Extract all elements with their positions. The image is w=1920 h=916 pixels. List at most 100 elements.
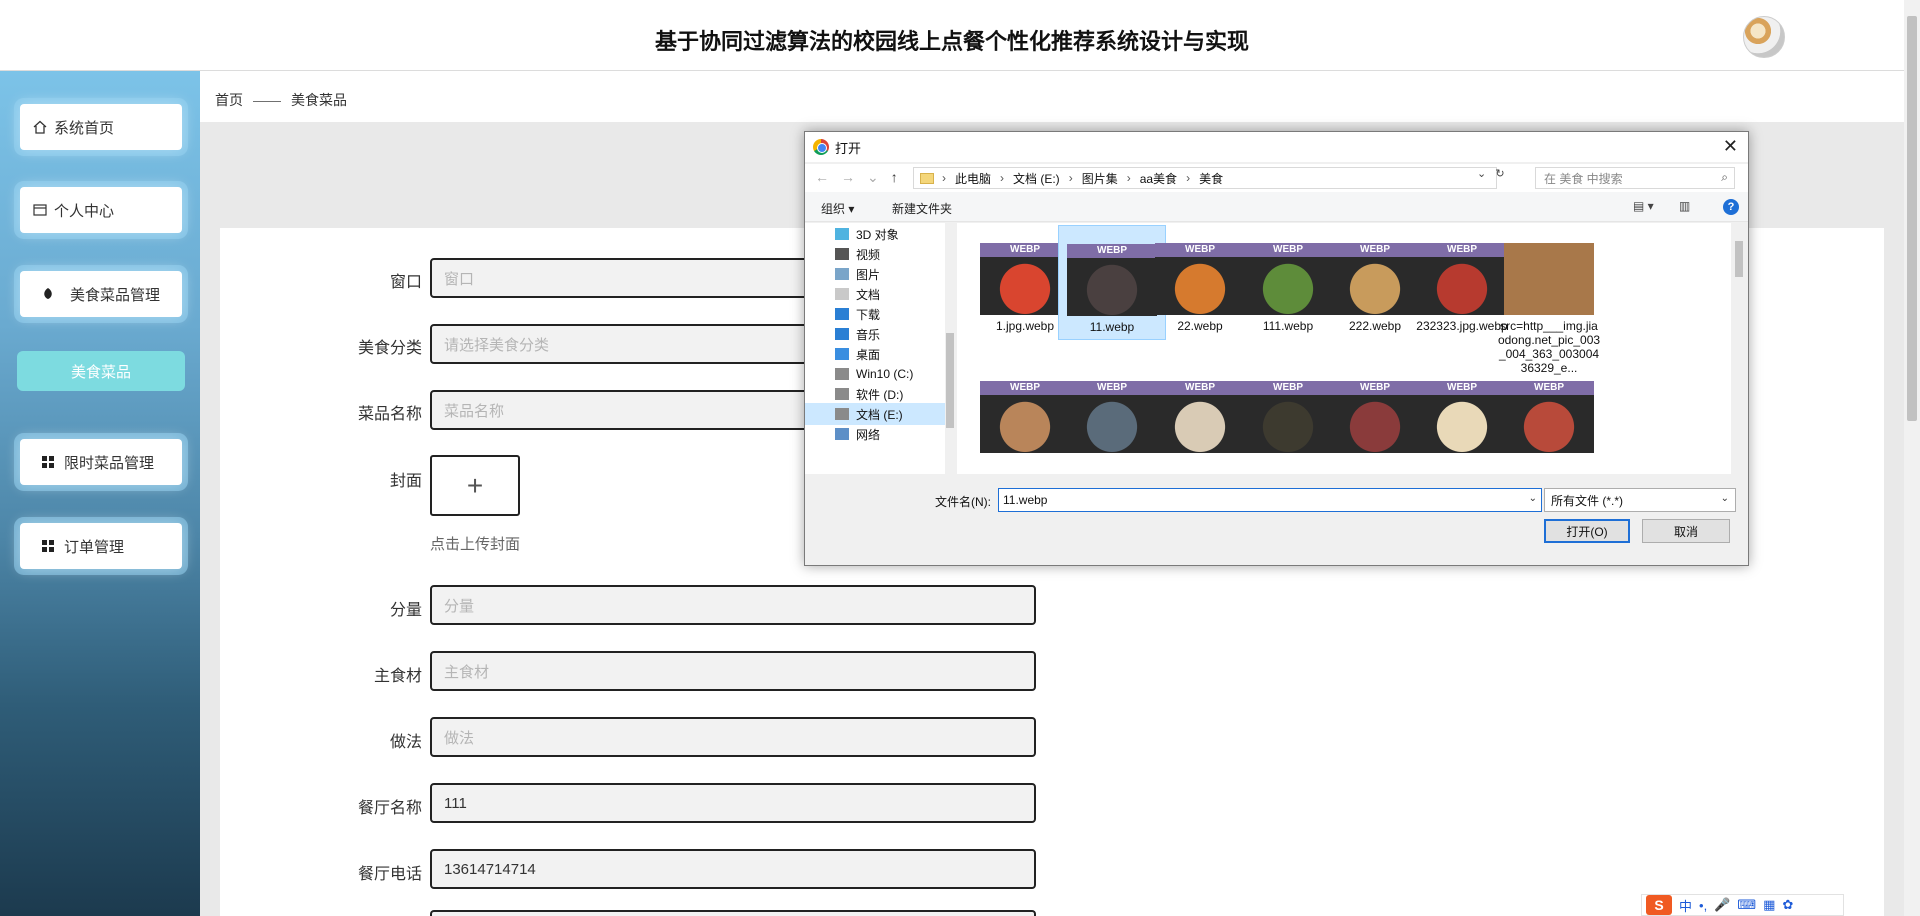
sidebar-item-orders[interactable]: 订单管理 bbox=[20, 523, 182, 569]
address-tools[interactable]: ⌄ ↻ bbox=[1477, 167, 1505, 180]
nav-item-label: 软件 (D:) bbox=[856, 387, 904, 402]
new-folder-button[interactable]: 新建文件夹 bbox=[892, 200, 952, 217]
help-icon[interactable]: ? bbox=[1723, 199, 1739, 215]
nav-item-label: 网络 bbox=[856, 427, 881, 442]
sidebar-item-limited-dishes[interactable]: 限时菜品管理 bbox=[20, 439, 182, 485]
ime-punctuation[interactable]: •, bbox=[1699, 898, 1707, 913]
cancel-button[interactable]: 取消 bbox=[1642, 519, 1730, 543]
nav-scrollbar[interactable] bbox=[945, 223, 955, 474]
dialog-footer: 文件名(N): 11.webp ⌄ 所有文件 (*.*) ⌄ 打开(O) 取消 bbox=[805, 475, 1748, 565]
food-photo bbox=[980, 395, 1070, 453]
nav-item-label: 下载 bbox=[856, 307, 881, 322]
sidebar-item-profile[interactable]: 个人中心 bbox=[20, 187, 182, 233]
file-thumbnail: WEBP bbox=[1067, 244, 1157, 316]
video-icon bbox=[835, 248, 849, 260]
method-label: 做法 bbox=[389, 734, 422, 751]
card-icon bbox=[32, 202, 48, 218]
preview-pane-icon[interactable]: ▥ bbox=[1679, 199, 1690, 213]
window-label: 窗口 bbox=[389, 274, 422, 291]
desktop-icon bbox=[835, 348, 849, 360]
drive-icon bbox=[835, 408, 849, 420]
organize-button[interactable]: 组织 ▾ bbox=[821, 200, 854, 217]
nav-item[interactable]: 图片 bbox=[805, 263, 945, 285]
cover-upload-hint: 点击上传封面 bbox=[430, 536, 521, 553]
sidebar-item-dish-management[interactable]: 美食菜品管理 bbox=[20, 271, 182, 317]
top-header: 基于协同过滤算法的校园线上点餐个性化推荐系统设计与实现 bbox=[0, 0, 1904, 71]
folder-icon bbox=[920, 172, 934, 184]
sidebar-item-dishes[interactable]: 美食菜品 bbox=[17, 351, 185, 391]
food-photo bbox=[1330, 257, 1420, 315]
document-icon bbox=[835, 288, 849, 300]
path-segment[interactable]: 图片集 bbox=[1082, 170, 1118, 187]
food-photo bbox=[1330, 395, 1420, 453]
portion-label: 分量 bbox=[389, 602, 422, 619]
webp-badge: WEBP bbox=[1330, 243, 1420, 257]
food-photo bbox=[1155, 395, 1245, 453]
nav-scrollbar-thumb[interactable] bbox=[946, 333, 954, 428]
chevron-down-icon[interactable]: ⌄ bbox=[1529, 493, 1537, 504]
cover-upload-button[interactable]: + bbox=[430, 455, 520, 516]
food-photo bbox=[1067, 258, 1157, 316]
nav-item[interactable]: 软件 (D:) bbox=[805, 383, 945, 405]
nav-item[interactable]: 文档 bbox=[805, 283, 945, 305]
next-field-partial[interactable] bbox=[430, 910, 1036, 916]
cube-icon bbox=[835, 228, 849, 240]
skin-icon[interactable]: ✿ bbox=[1782, 897, 1793, 913]
user-avatar[interactable] bbox=[1743, 16, 1785, 58]
nav-item[interactable]: 下载 bbox=[805, 303, 945, 325]
keyboard-icon[interactable]: ⌨ bbox=[1737, 897, 1756, 913]
sidebar-item-label: 订单管理 bbox=[64, 538, 125, 556]
food-photo bbox=[1243, 395, 1333, 453]
file-item[interactable]: src=http___img.jiaodong.net_pic_003_004_… bbox=[1495, 225, 1603, 375]
address-bar[interactable]: › 此电脑 › 文档 (E:) › 图片集 › aa美食 › 美食 bbox=[913, 167, 1497, 189]
nav-item[interactable]: Win10 (C:) bbox=[805, 363, 945, 385]
webp-badge: WEBP bbox=[1417, 243, 1507, 257]
breadcrumb-home[interactable]: 首页 bbox=[215, 92, 243, 108]
nav-item-selected[interactable]: 文档 (E:) bbox=[805, 403, 945, 425]
ime-language[interactable]: 中 bbox=[1679, 896, 1692, 915]
drive-icon bbox=[835, 368, 849, 380]
toolbox-icon[interactable]: ▦ bbox=[1763, 897, 1775, 913]
ime-toolbar[interactable]: S 中 •, 🎤 ⌨ ▦ ✿ bbox=[1641, 894, 1844, 916]
portion-input[interactable]: 分量 bbox=[430, 585, 1036, 625]
nav-item[interactable]: 3D 对象 bbox=[805, 223, 945, 245]
sidebar-item-home[interactable]: 系统首页 bbox=[20, 104, 182, 150]
restaurant-name-input[interactable]: 111 bbox=[430, 783, 1036, 823]
nav-item[interactable]: 网络 bbox=[805, 423, 945, 445]
path-segment[interactable]: aa美食 bbox=[1140, 170, 1177, 187]
page-scrollbar-thumb[interactable] bbox=[1907, 16, 1917, 421]
dialog-titlebar[interactable]: 打开 ✕ bbox=[805, 132, 1748, 162]
method-input[interactable]: 做法 bbox=[430, 717, 1036, 757]
nav-item[interactable]: 音乐 bbox=[805, 323, 945, 345]
category-label: 美食分类 bbox=[357, 340, 422, 357]
nav-item[interactable]: 桌面 bbox=[805, 343, 945, 365]
chevron-down-icon[interactable]: ⌄ bbox=[1721, 493, 1729, 504]
dialog-title: 打开 bbox=[835, 140, 862, 156]
music-icon bbox=[835, 328, 849, 340]
file-scrollbar[interactable] bbox=[1731, 223, 1747, 474]
open-button[interactable]: 打开(O) bbox=[1544, 519, 1630, 543]
path-segment[interactable]: 此电脑 bbox=[955, 170, 991, 187]
path-segment[interactable]: 文档 (E:) bbox=[1013, 170, 1060, 187]
filetype-select[interactable]: 所有文件 (*.*) ⌄ bbox=[1544, 488, 1736, 512]
close-icon[interactable]: ✕ bbox=[1723, 136, 1738, 157]
restaurant-phone-input[interactable]: 13614714714 bbox=[430, 849, 1036, 889]
nav-item[interactable]: 视频 bbox=[805, 243, 945, 265]
nav-arrows[interactable]: ←→⌄↑ bbox=[815, 169, 910, 186]
microphone-icon[interactable]: 🎤 bbox=[1714, 897, 1730, 913]
file-item[interactable]: WEBP bbox=[1495, 363, 1603, 474]
food-photo bbox=[1417, 395, 1507, 453]
view-options-icon[interactable]: ▤ ▾ bbox=[1633, 199, 1654, 213]
grid-icon bbox=[42, 540, 54, 552]
file-thumbnail: WEBP bbox=[1155, 243, 1245, 315]
restaurant-name-label: 餐厅名称 bbox=[357, 800, 422, 817]
file-open-dialog: 打开 ✕ ←→⌄↑ › 此电脑 › 文档 (E:) › 图片集 › aa美食 › 美食 … bbox=[804, 131, 1749, 566]
page-scrollbar[interactable] bbox=[1904, 0, 1920, 916]
dialog-toolbar: 组织 ▾ 新建文件夹 ▤ ▾ ▥ ? bbox=[805, 192, 1748, 222]
file-thumbnail: WEBP bbox=[1417, 243, 1507, 315]
ingredient-input[interactable]: 主食材 bbox=[430, 651, 1036, 691]
path-segment[interactable]: 美食 bbox=[1199, 170, 1223, 187]
file-scrollbar-thumb[interactable] bbox=[1735, 241, 1743, 277]
filename-input[interactable]: 11.webp ⌄ bbox=[998, 488, 1542, 512]
search-input[interactable]: 在 美食 中搜索 ⌕ bbox=[1535, 167, 1735, 189]
